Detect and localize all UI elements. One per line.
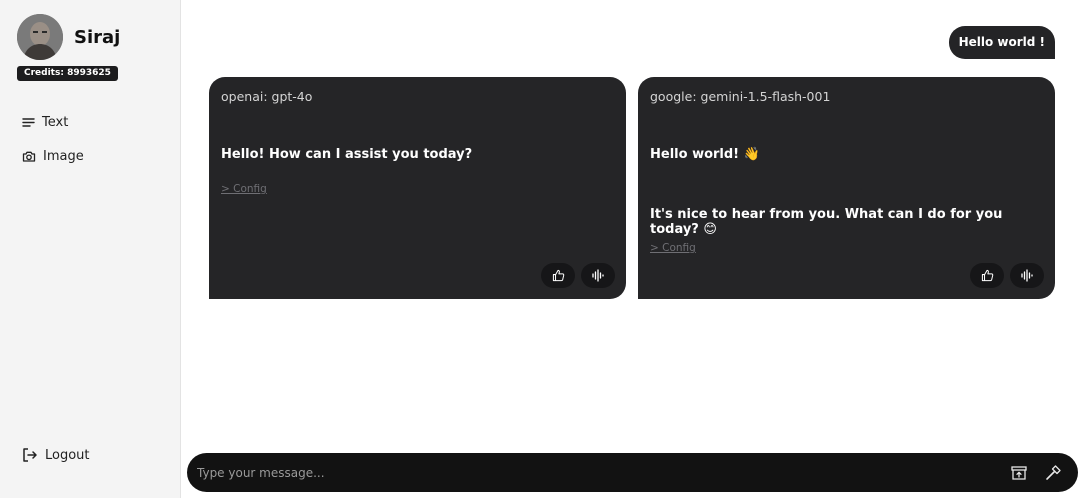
- card-actions: [970, 263, 1044, 288]
- config-link[interactable]: > Config: [221, 183, 267, 195]
- thumbs-up-icon: [552, 269, 564, 282]
- avatar[interactable]: [17, 14, 63, 60]
- model-label: google: gemini-1.5-flash-001: [650, 89, 831, 104]
- logout-icon: [23, 448, 37, 462]
- menu-lines-icon: [22, 118, 35, 127]
- sidebar: Siraj Credits: 8993625 Text Image Logout: [0, 0, 181, 498]
- response-text: Hello world! 👋: [650, 147, 760, 162]
- card-actions: [541, 263, 615, 288]
- response-card-google: google: gemini-1.5-flash-001 Hello world…: [638, 77, 1055, 299]
- audio-wave-icon: [1021, 269, 1033, 282]
- like-button[interactable]: [541, 263, 575, 288]
- message-composer: [187, 453, 1078, 492]
- model-label: openai: gpt-4o: [221, 89, 313, 104]
- logout-label: Logout: [45, 447, 90, 463]
- response-card-openai: openai: gpt-4o Hello! How can I assist y…: [209, 77, 626, 299]
- upload-button[interactable]: [1008, 462, 1030, 484]
- sidebar-item-label: Image: [43, 149, 84, 164]
- upload-box-icon: [1011, 466, 1027, 480]
- user-message-bubble: Hello world !: [948, 26, 1055, 59]
- camera-icon: [22, 151, 36, 162]
- avatar-image: [17, 14, 63, 60]
- audio-button[interactable]: [1010, 263, 1044, 288]
- logout-button[interactable]: Logout: [22, 447, 90, 463]
- response-text: It's nice to hear from you. What can I d…: [650, 207, 1003, 237]
- message-input[interactable]: [197, 453, 997, 492]
- sidebar-item-label: Text: [42, 115, 69, 130]
- audio-wave-icon: [592, 269, 604, 282]
- sidebar-item-image[interactable]: Image: [22, 149, 84, 164]
- config-link[interactable]: > Config: [650, 242, 696, 254]
- audio-button[interactable]: [581, 263, 615, 288]
- like-button[interactable]: [970, 263, 1004, 288]
- username: Siraj: [74, 26, 121, 48]
- thumbs-up-icon: [981, 269, 993, 282]
- user-profile: Siraj: [17, 14, 120, 60]
- response-text: Hello! How can I assist you today?: [221, 147, 473, 162]
- hammer-icon: [1046, 465, 1061, 480]
- tools-button[interactable]: [1042, 462, 1064, 484]
- sidebar-item-text[interactable]: Text: [22, 115, 68, 130]
- credits-badge: Credits: 8993625: [17, 66, 118, 81]
